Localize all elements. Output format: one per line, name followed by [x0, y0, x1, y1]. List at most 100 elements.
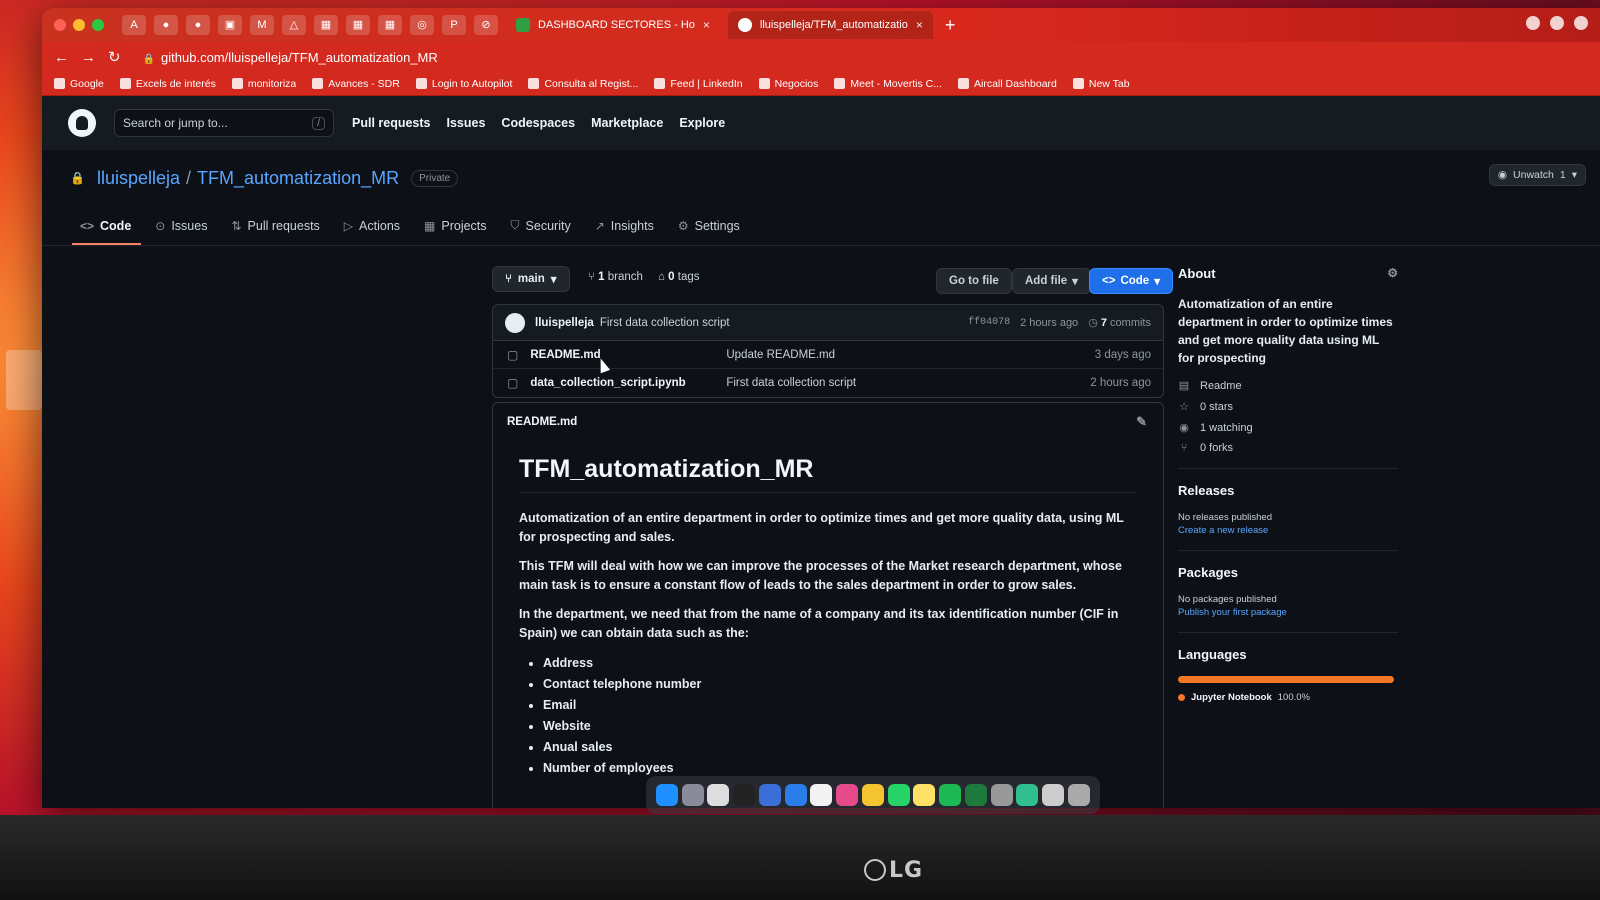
- edit-pencil-icon[interactable]: ✎: [1136, 414, 1147, 430]
- commits-link[interactable]: ◷ 7 commits: [1088, 316, 1151, 329]
- branch-selector[interactable]: ⑂ main ▾: [492, 266, 570, 292]
- tab-actions[interactable]: ▷ Actions: [336, 219, 410, 245]
- tab-search-icon[interactable]: [1574, 16, 1588, 30]
- notes-icon[interactable]: [913, 784, 936, 806]
- branches-link[interactable]: ⑂ 1 branch: [588, 271, 643, 283]
- nav-issues[interactable]: Issues: [447, 116, 486, 130]
- github-logo-icon[interactable]: [68, 109, 96, 137]
- close-tab-icon[interactable]: ×: [703, 18, 710, 32]
- tab-dashboard-sectores[interactable]: DASHBOARD SECTORES - Ho ×: [506, 11, 720, 39]
- pinned-tab[interactable]: ●: [154, 15, 178, 35]
- bookmark-item[interactable]: monitoriza: [231, 78, 296, 90]
- commit-sha[interactable]: ff04078: [968, 317, 1010, 328]
- file-commit-message[interactable]: First data collection script: [726, 377, 856, 389]
- trash-icon[interactable]: [1067, 784, 1090, 806]
- app-icon[interactable]: [1016, 784, 1039, 806]
- bookmark-item[interactable]: Google: [54, 78, 104, 90]
- commit-message[interactable]: First data collection script: [600, 317, 730, 329]
- pinned-tab[interactable]: ▦: [378, 15, 402, 35]
- pinned-tab[interactable]: ▣: [218, 15, 242, 35]
- nav-codespaces[interactable]: Codespaces: [501, 116, 575, 130]
- pinned-tab[interactable]: M: [250, 15, 274, 35]
- code-button[interactable]: <> Code ▾: [1089, 268, 1173, 294]
- minimize-window-button[interactable]: [73, 19, 85, 31]
- chrome-icon[interactable]: [861, 784, 884, 806]
- add-file-button[interactable]: Add file ▾: [1012, 268, 1091, 294]
- go-to-file-button[interactable]: Go to file: [936, 268, 1012, 294]
- nav-pull-requests[interactable]: Pull requests: [352, 116, 431, 130]
- pinned-tab[interactable]: ▦: [346, 15, 370, 35]
- commit-author[interactable]: lluispelleja: [535, 317, 594, 329]
- bookmark-item[interactable]: Negocios: [758, 78, 818, 90]
- unwatch-button[interactable]: ◉ Unwatch 1 ▾: [1488, 164, 1586, 186]
- whatsapp-icon[interactable]: [887, 784, 910, 806]
- nav-marketplace[interactable]: Marketplace: [591, 116, 663, 130]
- spotify-icon[interactable]: [939, 784, 962, 806]
- file-name[interactable]: README.md: [530, 349, 726, 361]
- tab-pull-requests[interactable]: ⇅ Pull requests: [223, 219, 329, 245]
- document-icon[interactable]: [1042, 784, 1065, 806]
- tab-projects[interactable]: ▦ Projects: [416, 219, 497, 245]
- launchpad-icon[interactable]: [681, 784, 704, 806]
- tab-insights[interactable]: ↗ Insights: [587, 219, 664, 245]
- search-input[interactable]: Search or jump to... /: [114, 109, 334, 137]
- xcode-icon[interactable]: [758, 784, 781, 806]
- bookmark-item[interactable]: Feed | LinkedIn: [654, 78, 743, 90]
- back-icon[interactable]: ←: [54, 49, 69, 66]
- gear-icon[interactable]: ⚙: [1387, 266, 1398, 280]
- pinned-tab[interactable]: △: [282, 15, 306, 35]
- file-commit-message[interactable]: Update README.md: [726, 349, 835, 361]
- calendar-icon[interactable]: [810, 784, 833, 806]
- watching-link[interactable]: ◉ 1 watching: [1178, 421, 1398, 435]
- pinned-tab[interactable]: ◎: [410, 15, 434, 35]
- new-tab-button[interactable]: +: [945, 15, 956, 36]
- slack-icon[interactable]: [836, 784, 859, 806]
- settings-icon[interactable]: [990, 784, 1013, 806]
- file-row[interactable]: ▢ data_collection_script.ipynb First dat…: [493, 369, 1163, 397]
- nav-explore[interactable]: Explore: [679, 116, 725, 130]
- extension-icon[interactable]: [1550, 16, 1564, 30]
- readme-link[interactable]: ▤ Readme: [1178, 379, 1398, 393]
- maximize-window-button[interactable]: [92, 19, 104, 31]
- extension-icon[interactable]: [1526, 16, 1540, 30]
- bookmark-item[interactable]: Meet - Movertis C...: [834, 78, 942, 90]
- pinned-tab[interactable]: ⊘: [474, 15, 498, 35]
- repo-owner-link[interactable]: lluispelleja: [97, 168, 180, 189]
- tags-link[interactable]: ⌂ 0 tags: [658, 271, 700, 283]
- pinned-tab[interactable]: P: [442, 15, 466, 35]
- terminal-icon[interactable]: [733, 784, 756, 806]
- tab-github-repo[interactable]: lluispelleja/TFM_automatizatio ×: [727, 11, 933, 39]
- repo-name-link[interactable]: TFM_automatization_MR: [197, 168, 399, 189]
- vscode-icon[interactable]: [784, 784, 807, 806]
- reload-icon[interactable]: ↻: [108, 48, 121, 66]
- bookmark-item[interactable]: Avances - SDR: [312, 78, 400, 90]
- file-name[interactable]: data_collection_script.ipynb: [530, 377, 726, 389]
- releases-heading[interactable]: Releases: [1178, 483, 1398, 498]
- tab-settings[interactable]: ⚙ Settings: [670, 219, 750, 245]
- bookmark-item[interactable]: Excels de interés: [119, 78, 216, 90]
- avatar[interactable]: [505, 312, 525, 333]
- stars-link[interactable]: ☆ 0 stars: [1178, 400, 1398, 414]
- create-release-link[interactable]: Create a new release: [1178, 525, 1398, 536]
- bookmark-item[interactable]: New Tab: [1072, 78, 1130, 90]
- tab-code[interactable]: <> Code: [72, 219, 142, 245]
- pinned-tab[interactable]: ●: [186, 15, 210, 35]
- packages-heading[interactable]: Packages: [1178, 565, 1398, 580]
- close-tab-icon[interactable]: ×: [916, 18, 923, 32]
- tab-issues[interactable]: ⊙ Issues: [147, 219, 217, 245]
- pinned-tab[interactable]: A: [122, 15, 146, 35]
- forks-link[interactable]: ⑂ 0 forks: [1178, 442, 1398, 454]
- url-field[interactable]: 🔒 github.com/lluispelleja/TFM_automatizat…: [143, 50, 438, 65]
- desktop-file-icon[interactable]: [6, 350, 42, 410]
- tab-security[interactable]: ⛉ Security: [503, 218, 581, 245]
- forward-icon[interactable]: →: [81, 49, 96, 66]
- publish-package-link[interactable]: Publish your first package: [1178, 607, 1398, 618]
- bookmark-item[interactable]: Consulta al Regist...: [528, 78, 638, 90]
- calculator-icon[interactable]: [707, 784, 730, 806]
- excel-icon[interactable]: [964, 784, 987, 806]
- finder-icon[interactable]: [655, 784, 678, 806]
- language-item[interactable]: Jupyter Notebook 100.0%: [1178, 692, 1398, 703]
- close-window-button[interactable]: [54, 19, 66, 31]
- bookmark-item[interactable]: Aircall Dashboard: [958, 78, 1057, 90]
- pinned-tab[interactable]: ▦: [314, 15, 338, 35]
